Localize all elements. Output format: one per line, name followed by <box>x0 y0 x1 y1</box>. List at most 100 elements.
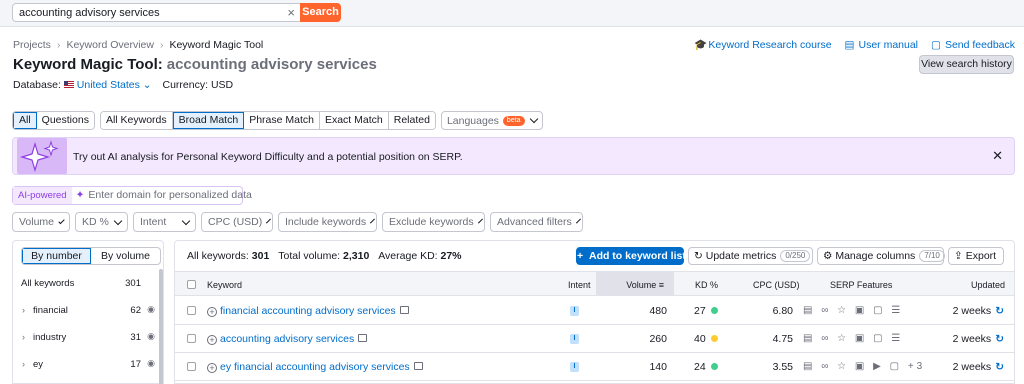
group-item[interactable]: › ey 17 ◉ <box>13 350 159 376</box>
col-volume-label: Volume <box>626 280 657 290</box>
add-circle-icon[interactable]: + <box>207 363 217 373</box>
keyword-link[interactable]: financial accounting advisory services <box>220 305 396 317</box>
scrollbar[interactable] <box>159 269 163 384</box>
cpc-value: 4.75 <box>772 333 793 345</box>
tab-related[interactable]: Related <box>388 112 435 129</box>
breadcrumb: Projects › Keyword Overview › Keyword Magic … <box>13 39 263 51</box>
filter-kd[interactable]: KD % <box>75 212 128 232</box>
search-button[interactable]: Search <box>300 3 341 22</box>
updated-value: 2 weeks <box>952 305 992 317</box>
tab-exact-match[interactable]: Exact Match <box>319 112 389 129</box>
chevron-right-icon[interactable]: › <box>22 305 25 315</box>
refresh-icon[interactable]: ↻ <box>995 361 1004 373</box>
filter-cpc[interactable]: CPC (USD) <box>201 212 273 232</box>
plus-icon: + <box>577 250 584 262</box>
keyword-link[interactable]: ey financial accounting advisory service… <box>220 361 410 373</box>
col-volume[interactable]: Volume ≡ <box>596 272 674 295</box>
select-all-checkbox[interactable] <box>187 280 196 289</box>
tab-broad-match[interactable]: Broad Match <box>172 112 245 129</box>
row-checkbox[interactable] <box>187 306 196 315</box>
eye-icon[interactable]: ◉ <box>147 304 155 315</box>
group-count: 62 <box>130 305 141 316</box>
close-icon[interactable]: × <box>287 5 295 20</box>
add-circle-icon[interactable]: + <box>207 307 217 317</box>
table-row: + ey financial accounting advisory servic… <box>175 353 1014 381</box>
add-to-keyword-list-button[interactable]: + Add to keyword list <box>576 247 686 265</box>
col-serp-features[interactable]: SERP Features <box>830 280 892 290</box>
add-circle-icon[interactable]: + <box>207 335 217 345</box>
breadcrumb-projects[interactable]: Projects <box>13 39 51 51</box>
ai-analysis-link[interactable]: AI analysis <box>108 151 159 163</box>
upload-icon: ⇪ <box>954 250 963 262</box>
tab-group-type: All Questions <box>12 111 95 130</box>
all-keywords-group[interactable]: All keywords 301 <box>13 269 159 295</box>
chevron-right-icon[interactable]: › <box>22 359 25 369</box>
tool-name: Keyword Magic Tool: <box>13 56 163 73</box>
chevron-down-icon <box>113 216 123 225</box>
filter-label: Include keywords <box>285 216 367 228</box>
serp-preview-icon[interactable] <box>399 306 409 314</box>
breadcrumb-keyword-overview[interactable]: Keyword Overview <box>66 39 154 51</box>
export-button[interactable]: ⇪ Export <box>948 247 1004 265</box>
close-icon[interactable]: ✕ <box>992 148 1003 164</box>
volume-value: 140 <box>649 361 667 373</box>
filter-include-keywords[interactable]: Include keywords <box>278 212 377 232</box>
tab-all[interactable]: All <box>13 112 37 129</box>
keyword-link[interactable]: accounting advisory services <box>220 333 354 345</box>
serp-preview-icon[interactable] <box>413 362 423 370</box>
group-item[interactable]: › financial 62 ◉ <box>13 296 159 322</box>
serp-features-icons: ▤ ∞ ☆ ▣ ▢ ☰ <box>803 333 904 344</box>
manual-link[interactable]: ▤ User manual <box>844 39 918 51</box>
ai-domain-field[interactable]: AI-powered ✦ Enter domain for personalize… <box>12 186 252 205</box>
serp-extra-count[interactable]: +3 <box>908 361 925 372</box>
tab-all-keywords[interactable]: All Keywords <box>100 112 173 129</box>
manage-columns-button[interactable]: ⚙ Manage columns 7/10 <box>817 247 945 265</box>
chevron-down-icon <box>477 218 483 223</box>
chevron-down-icon <box>58 217 65 224</box>
chevron-down-icon: ⌄ <box>142 79 152 91</box>
tab-questions[interactable]: Questions <box>36 112 94 129</box>
eye-icon[interactable]: ◉ <box>147 331 155 342</box>
updated-cell: 2 weeks ↻ <box>953 361 1004 373</box>
col-kd[interactable]: KD % <box>695 280 718 290</box>
serp-preview-icon[interactable] <box>358 334 368 342</box>
col-keyword[interactable]: Keyword <box>207 280 242 290</box>
by-volume-button[interactable]: By volume <box>91 248 160 264</box>
us-flag-icon <box>63 81 74 88</box>
row-checkbox[interactable] <box>187 334 196 343</box>
chevron-down-icon <box>529 114 538 124</box>
by-number-button[interactable]: By number <box>22 248 91 264</box>
beta-badge: beta <box>502 115 525 126</box>
search-box[interactable]: × <box>12 3 301 22</box>
avg-kd-label: Average KD: <box>378 250 438 262</box>
chevron-down-icon <box>370 218 376 223</box>
refresh-icon[interactable]: ↻ <box>995 305 1004 317</box>
tab-phrase-match[interactable]: Phrase Match <box>244 112 320 129</box>
update-metrics-button[interactable]: ↻ Update metrics 0/250 <box>688 247 813 265</box>
col-intent[interactable]: Intent <box>568 280 591 290</box>
volume-value: 480 <box>649 305 667 317</box>
view-history-button[interactable]: View search history <box>919 55 1014 74</box>
add-button-label: Add to keyword list <box>588 250 686 262</box>
chevron-right-icon[interactable]: › <box>22 332 25 342</box>
group-item[interactable]: › industry 31 ◉ <box>13 323 159 349</box>
course-link[interactable]: 🎓Keyword Research course <box>694 39 831 51</box>
database-selector[interactable]: United States ⌄ <box>63 79 152 91</box>
filter-exclude-keywords[interactable]: Exclude keywords <box>382 212 485 232</box>
feedback-link[interactable]: ▢ Send feedback <box>931 39 1015 51</box>
row-checkbox[interactable] <box>187 362 196 371</box>
kd-value: 27 <box>694 305 718 317</box>
title-keyword: accounting advisory services <box>166 56 377 73</box>
table-summary: All keywords: 301 Total volume: 2,310 Av… <box>187 250 462 262</box>
col-updated[interactable]: Updated <box>971 280 1005 290</box>
eye-icon[interactable]: ◉ <box>147 358 155 369</box>
refresh-icon[interactable]: ↻ <box>995 333 1004 345</box>
chat-icon: ▢ <box>930 39 941 51</box>
col-cpc[interactable]: CPC (USD) <box>753 280 800 290</box>
languages-dropdown[interactable]: Languages beta <box>440 111 543 130</box>
filter-volume[interactable]: Volume <box>12 212 70 232</box>
filter-intent[interactable]: Intent <box>133 212 196 232</box>
filter-advanced[interactable]: Advanced filters <box>490 212 583 232</box>
domain-input[interactable]: ✦ Enter domain for personalized data <box>72 187 252 204</box>
search-input[interactable] <box>13 4 273 21</box>
